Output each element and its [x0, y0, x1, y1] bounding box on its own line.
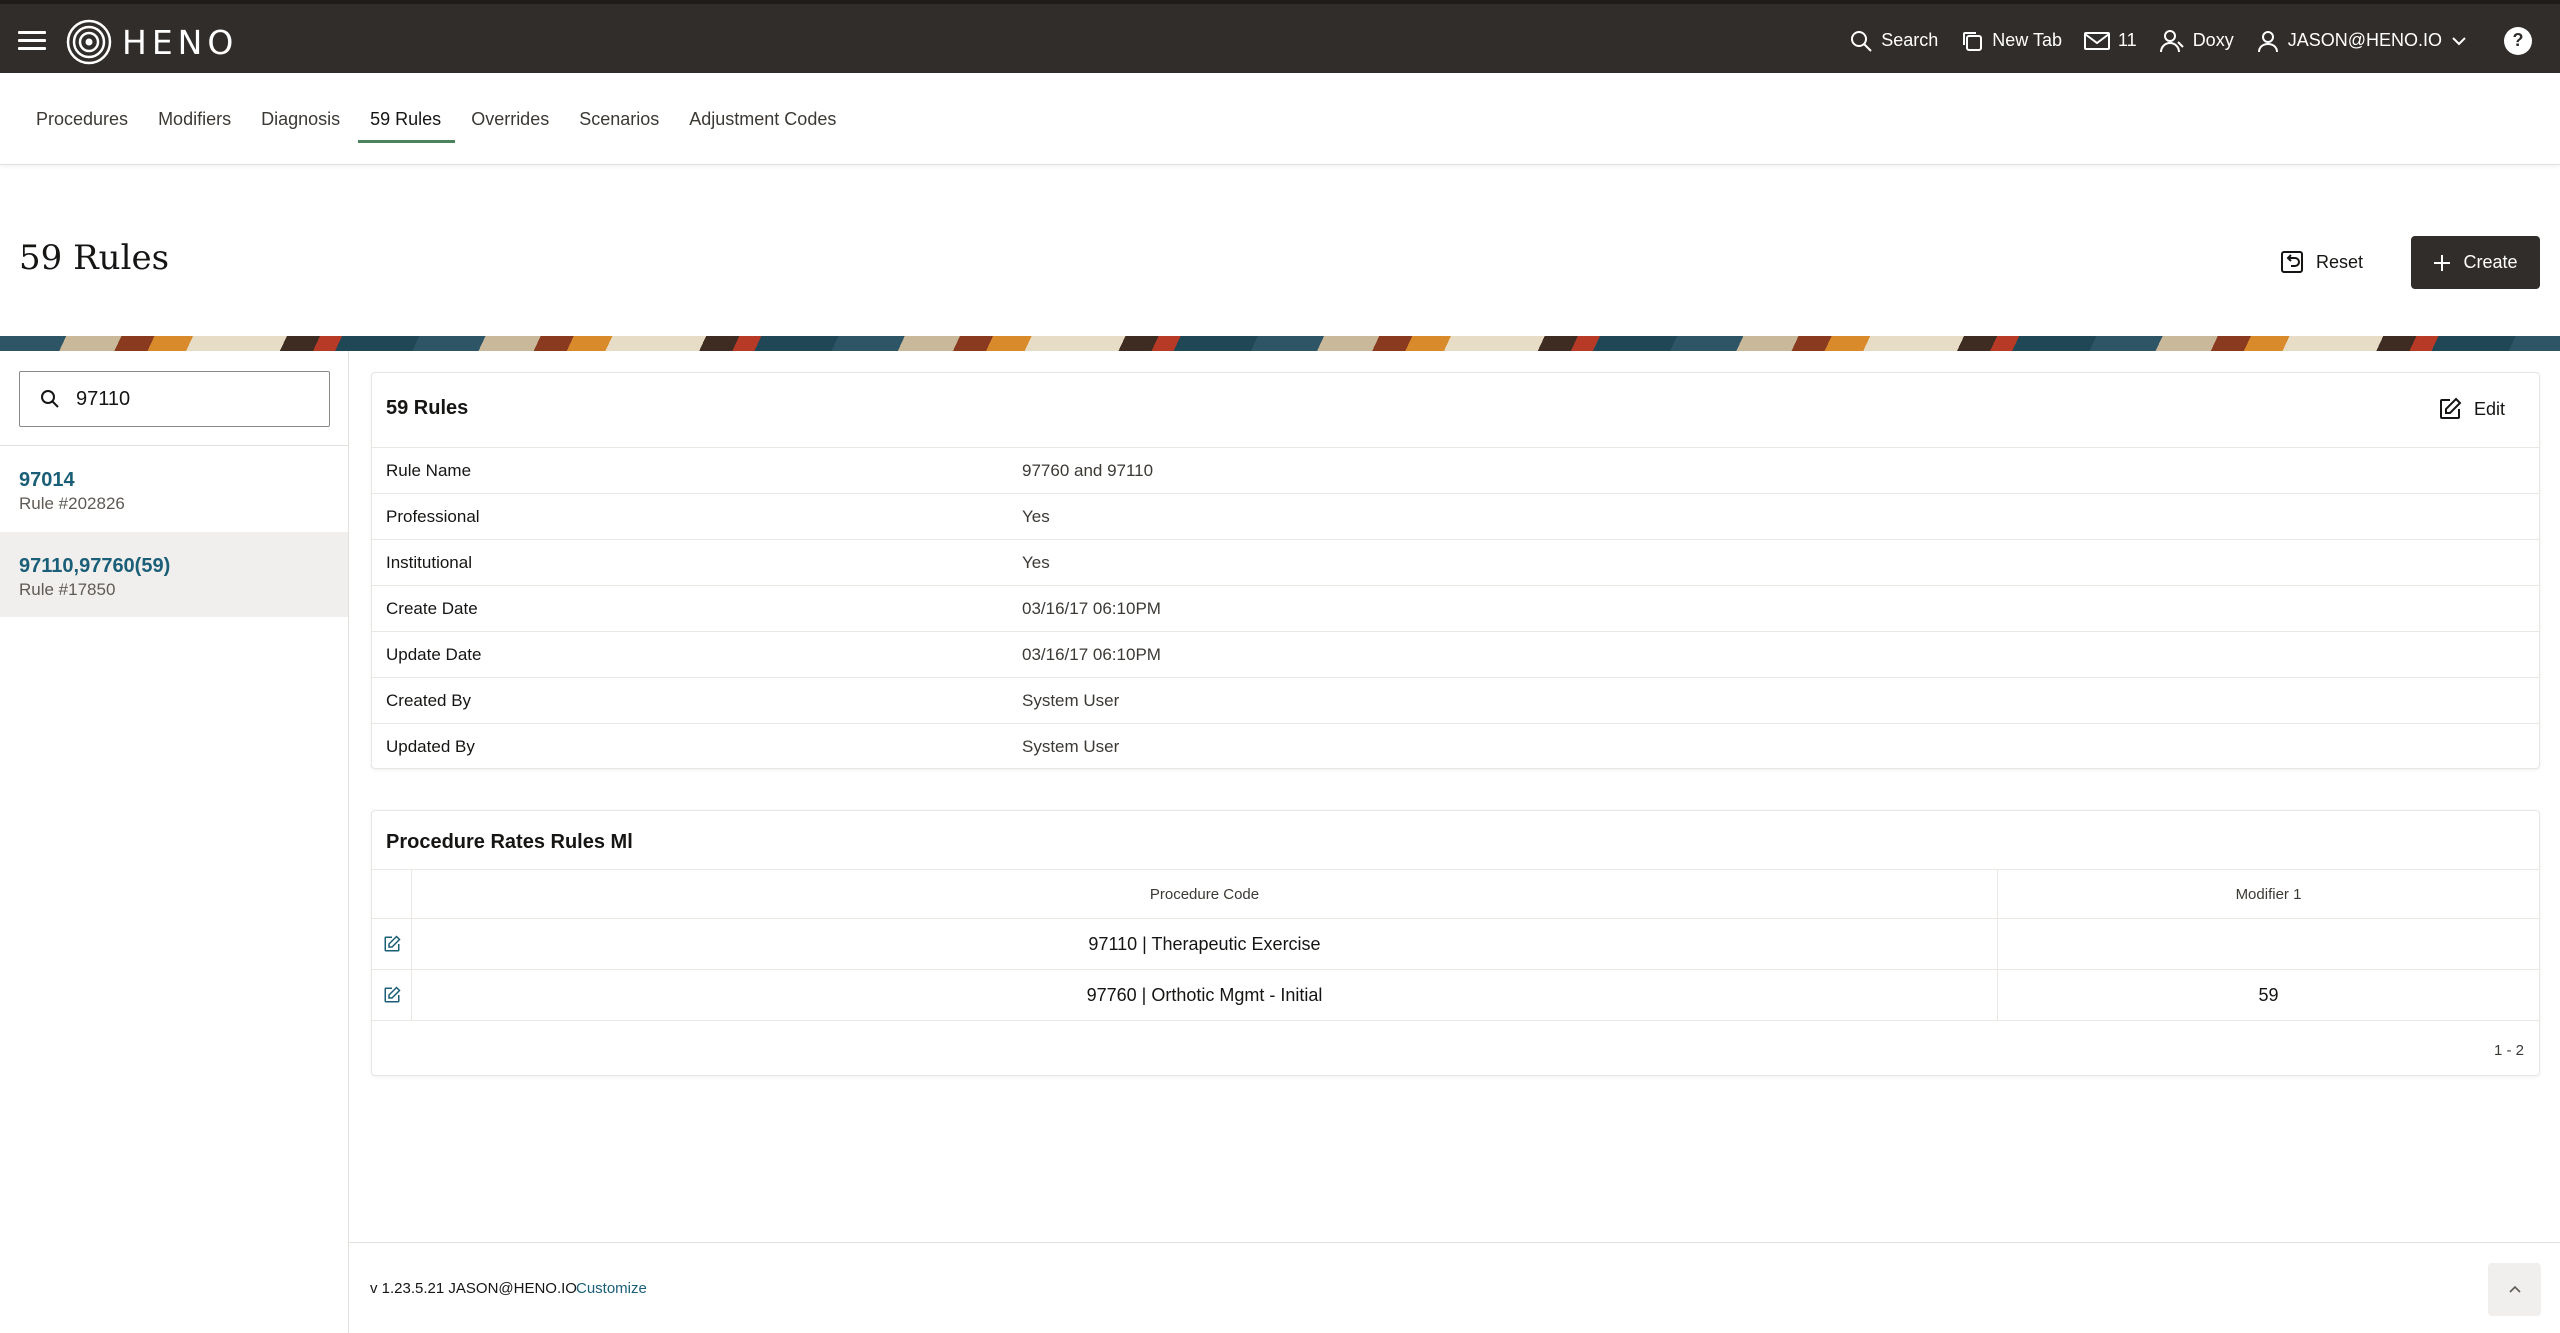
- detail-row: Updated By System User: [372, 723, 2539, 769]
- details-table: Rule Name 97760 and 97110 Professional Yes…: [372, 447, 2539, 769]
- table-row: 97760 | Orthotic Mgmt - Initial 59: [372, 970, 2539, 1021]
- tab-diagnosis[interactable]: Diagnosis: [261, 109, 340, 140]
- detail-label: Update Date: [386, 644, 482, 664]
- logo[interactable]: HENO: [66, 19, 238, 65]
- details-panel: 59 Rules Edit Rule Name 97760 and 97110 P…: [371, 372, 2540, 769]
- search-input[interactable]: [76, 387, 296, 411]
- hamburger-menu-icon[interactable]: [18, 31, 46, 51]
- logo-mark-icon: [66, 19, 112, 65]
- detail-label: Institutional: [386, 552, 472, 572]
- details-title: 59 Rules: [386, 397, 469, 419]
- search-icon: [41, 390, 59, 408]
- user-label: JASON@HENO.IO: [2287, 30, 2442, 50]
- search-icon: [1851, 30, 1872, 52]
- tab-59-rules[interactable]: 59 Rules: [358, 109, 456, 143]
- search-field[interactable]: [19, 371, 330, 427]
- reset-button[interactable]: Reset: [2268, 236, 2375, 288]
- tab-adjustment-codes[interactable]: Adjustment Codes: [689, 109, 836, 140]
- help-icon[interactable]: ?: [2504, 26, 2532, 55]
- detail-row: Rule Name 97760 and 97110: [372, 447, 2539, 493]
- new-tab-icon: [1963, 31, 1983, 51]
- header-edit-column: [372, 870, 412, 918]
- list-item-rule: Rule #17850: [19, 580, 116, 599]
- detail-value: 03/16/17 06:10PM: [1022, 598, 1161, 618]
- mail-button[interactable]: 11: [2084, 30, 2137, 51]
- cell-modifier-1: 59: [2258, 984, 2279, 1005]
- chevron-up-icon: [2508, 1285, 2521, 1293]
- new-tab-button[interactable]: New Tab: [1960, 29, 2062, 53]
- tab-modifiers[interactable]: Modifiers: [158, 109, 231, 140]
- chevron-down-icon: [2452, 36, 2466, 45]
- tab-overrides[interactable]: Overrides: [471, 109, 549, 140]
- tab-procedures[interactable]: Procedures: [36, 109, 128, 140]
- footer: v 1.23.5.21 JASON@HENO.IO Customize: [349, 1242, 2560, 1333]
- edit-icon: [384, 986, 401, 1003]
- row-edit-button[interactable]: [372, 919, 412, 969]
- detail-value: System User: [1022, 736, 1120, 756]
- doxy-button[interactable]: Doxy: [2159, 28, 2234, 54]
- top-bar: HENO Search New Tab 11 Doxy JASON@HENO.I…: [0, 0, 2560, 73]
- tab-scenarios[interactable]: Scenarios: [579, 109, 659, 140]
- list-item-selected[interactable]: 97110,97760(59) Rule #17850: [0, 532, 348, 617]
- plus-icon: [2434, 254, 2451, 271]
- mail-count: 11: [2118, 30, 2137, 50]
- edit-icon: [2439, 397, 2462, 419]
- detail-value: 97760 and 97110: [1022, 460, 1154, 480]
- create-button[interactable]: Create: [2411, 236, 2540, 289]
- cell-procedure-code: 97760 | Orthotic Mgmt - Initial: [412, 970, 1998, 1020]
- cell-procedure-code: 97110 | Therapeutic Exercise: [412, 919, 1998, 969]
- edit-label: Edit: [2473, 398, 2505, 419]
- logo-text: HENO: [122, 22, 239, 62]
- detail-value: Yes: [1022, 552, 1050, 572]
- pagination-range: 1 - 2: [2493, 1042, 2524, 1059]
- reset-icon: [2281, 251, 2303, 273]
- new-tab-label: New Tab: [1992, 30, 2062, 50]
- sub-navigation: Procedures Modifiers Diagnosis 59 Rules …: [0, 73, 2560, 165]
- list-item[interactable]: 97014 Rule #202826: [0, 446, 348, 531]
- user-icon: [2257, 30, 2278, 52]
- list-item-code: 97014: [19, 469, 75, 491]
- search-label: Search: [1881, 30, 1939, 50]
- search-button[interactable]: Search: [1849, 29, 1938, 53]
- mail-icon: [2084, 31, 2110, 50]
- table-row: 97110 | Therapeutic Exercise: [372, 919, 2539, 970]
- reset-label: Reset: [2316, 251, 2364, 272]
- detail-row: Create Date 03/16/17 06:10PM: [372, 585, 2539, 631]
- table-header: Procedure Code Modifier 1: [372, 869, 2539, 919]
- page-title: 59 Rules: [19, 238, 170, 278]
- edit-icon: [384, 935, 401, 952]
- row-edit-button[interactable]: [372, 970, 412, 1020]
- edit-button[interactable]: Edit: [2438, 397, 2505, 421]
- detail-label: Rule Name: [386, 460, 472, 480]
- detail-value: 03/16/17 06:10PM: [1022, 644, 1161, 664]
- doxy-label: Doxy: [2192, 30, 2234, 50]
- list-item-code: 97110,97760(59): [19, 555, 171, 577]
- version-label: v 1.23.5.21 JASON@HENO.IO: [370, 1280, 577, 1297]
- decorative-banner: [0, 336, 2560, 351]
- detail-row: Created By System User: [372, 677, 2539, 723]
- detail-label: Create Date: [386, 598, 478, 618]
- detail-value: Yes: [1022, 506, 1050, 526]
- detail-label: Updated By: [386, 736, 475, 756]
- cell-modifier-1: [1998, 919, 2539, 969]
- detail-label: Created By: [386, 690, 472, 710]
- customize-link[interactable]: Customize: [576, 1280, 647, 1297]
- list-item-rule: Rule #202826: [19, 494, 125, 513]
- user-menu[interactable]: JASON@HENO.IO: [2256, 29, 2468, 53]
- procedure-rates-title: Procedure Rates Rules Ml: [386, 831, 633, 853]
- create-label: Create: [2463, 252, 2518, 272]
- detail-value: System User: [1022, 690, 1120, 710]
- sidebar: 97014 Rule #202826 97110,97760(59) Rule …: [0, 351, 349, 1333]
- detail-label: Professional: [386, 506, 480, 526]
- detail-row: Update Date 03/16/17 06:10PM: [372, 631, 2539, 677]
- procedure-rates-panel: Procedure Rates Rules Ml Procedure Code …: [371, 810, 2540, 1076]
- detail-row: Institutional Yes: [372, 539, 2539, 585]
- doxy-user-icon: [2159, 29, 2184, 52]
- detail-row: Professional Yes: [372, 493, 2539, 539]
- column-header-modifier-1[interactable]: Modifier 1: [1998, 870, 2539, 918]
- procedure-rates-table: Procedure Code Modifier 1 97110 | Therap…: [372, 869, 2539, 1021]
- column-header-procedure-code[interactable]: Procedure Code: [412, 870, 1998, 918]
- scroll-to-top-button[interactable]: [2488, 1263, 2541, 1316]
